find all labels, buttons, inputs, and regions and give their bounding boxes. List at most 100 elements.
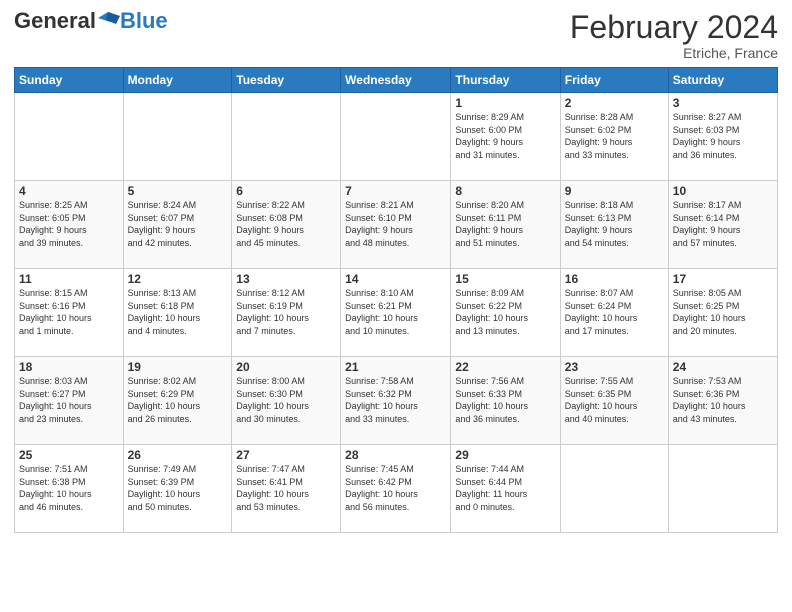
day-cell: 12Sunrise: 8:13 AM Sunset: 6:18 PM Dayli…: [123, 269, 232, 357]
day-cell: [341, 93, 451, 181]
day-number: 7: [345, 184, 446, 198]
day-info: Sunrise: 8:12 AM Sunset: 6:19 PM Dayligh…: [236, 287, 336, 337]
day-number: 22: [455, 360, 555, 374]
day-info: Sunrise: 7:53 AM Sunset: 6:36 PM Dayligh…: [673, 375, 773, 425]
day-info: Sunrise: 8:21 AM Sunset: 6:10 PM Dayligh…: [345, 199, 446, 249]
header-row: SundayMondayTuesdayWednesdayThursdayFrid…: [15, 68, 778, 93]
day-info: Sunrise: 7:58 AM Sunset: 6:32 PM Dayligh…: [345, 375, 446, 425]
day-number: 18: [19, 360, 119, 374]
day-number: 10: [673, 184, 773, 198]
day-cell: 9Sunrise: 8:18 AM Sunset: 6:13 PM Daylig…: [560, 181, 668, 269]
day-cell: 28Sunrise: 7:45 AM Sunset: 6:42 PM Dayli…: [341, 445, 451, 533]
day-number: 28: [345, 448, 446, 462]
location: Etriche, France: [570, 45, 778, 61]
week-row-0: 1Sunrise: 8:29 AM Sunset: 6:00 PM Daylig…: [15, 93, 778, 181]
day-number: 9: [565, 184, 664, 198]
day-cell: 8Sunrise: 8:20 AM Sunset: 6:11 PM Daylig…: [451, 181, 560, 269]
day-number: 25: [19, 448, 119, 462]
day-cell: [232, 93, 341, 181]
month-title: February 2024: [570, 10, 778, 45]
logo-general-text: General: [14, 10, 96, 32]
day-cell: 25Sunrise: 7:51 AM Sunset: 6:38 PM Dayli…: [15, 445, 124, 533]
day-info: Sunrise: 8:20 AM Sunset: 6:11 PM Dayligh…: [455, 199, 555, 249]
day-cell: 17Sunrise: 8:05 AM Sunset: 6:25 PM Dayli…: [668, 269, 777, 357]
day-number: 3: [673, 96, 773, 110]
day-cell: 20Sunrise: 8:00 AM Sunset: 6:30 PM Dayli…: [232, 357, 341, 445]
column-header-sunday: Sunday: [15, 68, 124, 93]
day-cell: [15, 93, 124, 181]
day-number: 24: [673, 360, 773, 374]
column-header-thursday: Thursday: [451, 68, 560, 93]
day-number: 20: [236, 360, 336, 374]
day-number: 13: [236, 272, 336, 286]
day-info: Sunrise: 8:00 AM Sunset: 6:30 PM Dayligh…: [236, 375, 336, 425]
day-info: Sunrise: 7:45 AM Sunset: 6:42 PM Dayligh…: [345, 463, 446, 513]
day-info: Sunrise: 8:13 AM Sunset: 6:18 PM Dayligh…: [128, 287, 228, 337]
day-number: 11: [19, 272, 119, 286]
day-number: 27: [236, 448, 336, 462]
calendar-body: 1Sunrise: 8:29 AM Sunset: 6:00 PM Daylig…: [15, 93, 778, 533]
day-info: Sunrise: 7:55 AM Sunset: 6:35 PM Dayligh…: [565, 375, 664, 425]
header: General Blue February 2024 Etriche, Fran…: [14, 10, 778, 61]
day-cell: [123, 93, 232, 181]
column-header-saturday: Saturday: [668, 68, 777, 93]
day-number: 15: [455, 272, 555, 286]
day-cell: 29Sunrise: 7:44 AM Sunset: 6:44 PM Dayli…: [451, 445, 560, 533]
logo-blue-text: Blue: [120, 10, 168, 32]
week-row-2: 11Sunrise: 8:15 AM Sunset: 6:16 PM Dayli…: [15, 269, 778, 357]
day-cell: 19Sunrise: 8:02 AM Sunset: 6:29 PM Dayli…: [123, 357, 232, 445]
day-info: Sunrise: 7:44 AM Sunset: 6:44 PM Dayligh…: [455, 463, 555, 513]
day-info: Sunrise: 8:05 AM Sunset: 6:25 PM Dayligh…: [673, 287, 773, 337]
day-info: Sunrise: 8:25 AM Sunset: 6:05 PM Dayligh…: [19, 199, 119, 249]
day-number: 8: [455, 184, 555, 198]
day-info: Sunrise: 7:56 AM Sunset: 6:33 PM Dayligh…: [455, 375, 555, 425]
day-cell: 5Sunrise: 8:24 AM Sunset: 6:07 PM Daylig…: [123, 181, 232, 269]
day-cell: 18Sunrise: 8:03 AM Sunset: 6:27 PM Dayli…: [15, 357, 124, 445]
column-header-tuesday: Tuesday: [232, 68, 341, 93]
column-header-friday: Friday: [560, 68, 668, 93]
day-cell: 14Sunrise: 8:10 AM Sunset: 6:21 PM Dayli…: [341, 269, 451, 357]
day-info: Sunrise: 8:02 AM Sunset: 6:29 PM Dayligh…: [128, 375, 228, 425]
day-number: 6: [236, 184, 336, 198]
day-info: Sunrise: 7:47 AM Sunset: 6:41 PM Dayligh…: [236, 463, 336, 513]
day-info: Sunrise: 8:09 AM Sunset: 6:22 PM Dayligh…: [455, 287, 555, 337]
week-row-4: 25Sunrise: 7:51 AM Sunset: 6:38 PM Dayli…: [15, 445, 778, 533]
day-cell: 10Sunrise: 8:17 AM Sunset: 6:14 PM Dayli…: [668, 181, 777, 269]
day-info: Sunrise: 8:17 AM Sunset: 6:14 PM Dayligh…: [673, 199, 773, 249]
calendar-table: SundayMondayTuesdayWednesdayThursdayFrid…: [14, 67, 778, 533]
day-info: Sunrise: 8:27 AM Sunset: 6:03 PM Dayligh…: [673, 111, 773, 161]
day-cell: 1Sunrise: 8:29 AM Sunset: 6:00 PM Daylig…: [451, 93, 560, 181]
day-number: 4: [19, 184, 119, 198]
title-block: February 2024 Etriche, France: [570, 10, 778, 61]
day-info: Sunrise: 8:24 AM Sunset: 6:07 PM Dayligh…: [128, 199, 228, 249]
day-info: Sunrise: 8:15 AM Sunset: 6:16 PM Dayligh…: [19, 287, 119, 337]
day-cell: 22Sunrise: 7:56 AM Sunset: 6:33 PM Dayli…: [451, 357, 560, 445]
day-cell: 13Sunrise: 8:12 AM Sunset: 6:19 PM Dayli…: [232, 269, 341, 357]
day-info: Sunrise: 8:28 AM Sunset: 6:02 PM Dayligh…: [565, 111, 664, 161]
day-cell: 6Sunrise: 8:22 AM Sunset: 6:08 PM Daylig…: [232, 181, 341, 269]
day-cell: 16Sunrise: 8:07 AM Sunset: 6:24 PM Dayli…: [560, 269, 668, 357]
day-number: 14: [345, 272, 446, 286]
day-number: 17: [673, 272, 773, 286]
column-header-monday: Monday: [123, 68, 232, 93]
day-cell: 11Sunrise: 8:15 AM Sunset: 6:16 PM Dayli…: [15, 269, 124, 357]
logo: General Blue: [14, 10, 168, 32]
day-info: Sunrise: 8:22 AM Sunset: 6:08 PM Dayligh…: [236, 199, 336, 249]
day-info: Sunrise: 8:18 AM Sunset: 6:13 PM Dayligh…: [565, 199, 664, 249]
day-info: Sunrise: 7:49 AM Sunset: 6:39 PM Dayligh…: [128, 463, 228, 513]
day-cell: [668, 445, 777, 533]
page-container: General Blue February 2024 Etriche, Fran…: [0, 0, 792, 543]
day-number: 23: [565, 360, 664, 374]
day-number: 29: [455, 448, 555, 462]
day-info: Sunrise: 7:51 AM Sunset: 6:38 PM Dayligh…: [19, 463, 119, 513]
day-info: Sunrise: 8:10 AM Sunset: 6:21 PM Dayligh…: [345, 287, 446, 337]
week-row-3: 18Sunrise: 8:03 AM Sunset: 6:27 PM Dayli…: [15, 357, 778, 445]
day-number: 19: [128, 360, 228, 374]
day-cell: 4Sunrise: 8:25 AM Sunset: 6:05 PM Daylig…: [15, 181, 124, 269]
day-info: Sunrise: 8:29 AM Sunset: 6:00 PM Dayligh…: [455, 111, 555, 161]
day-number: 5: [128, 184, 228, 198]
day-cell: 26Sunrise: 7:49 AM Sunset: 6:39 PM Dayli…: [123, 445, 232, 533]
week-row-1: 4Sunrise: 8:25 AM Sunset: 6:05 PM Daylig…: [15, 181, 778, 269]
day-cell: 21Sunrise: 7:58 AM Sunset: 6:32 PM Dayli…: [341, 357, 451, 445]
day-info: Sunrise: 8:07 AM Sunset: 6:24 PM Dayligh…: [565, 287, 664, 337]
